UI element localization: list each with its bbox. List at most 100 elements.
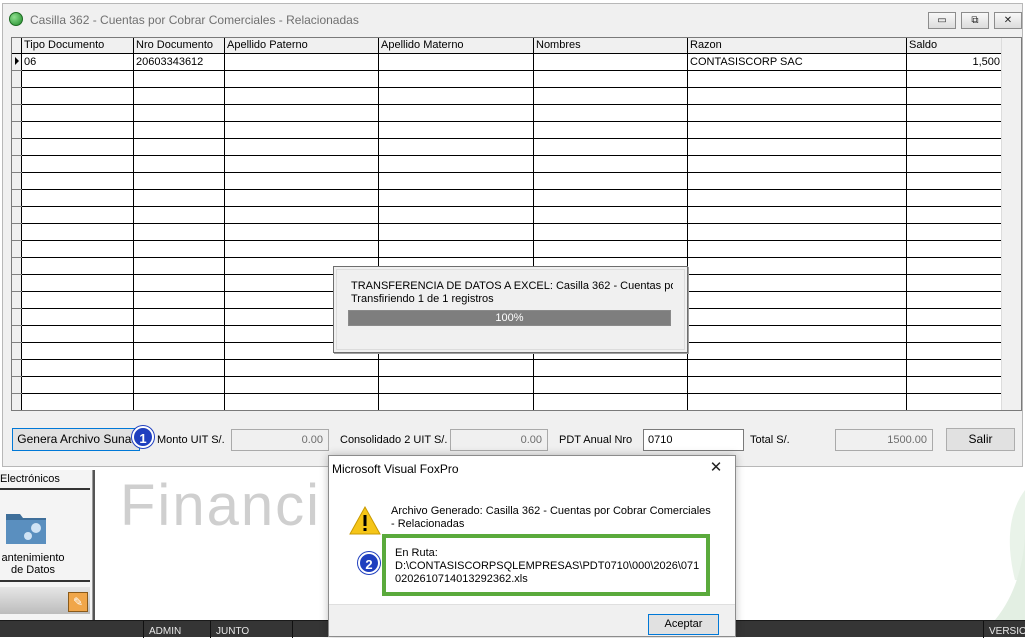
grid-cell[interactable] bbox=[21, 274, 134, 292]
grid-cell[interactable] bbox=[906, 308, 1003, 326]
grid-cell[interactable] bbox=[21, 70, 134, 88]
grid-cell[interactable] bbox=[906, 70, 1003, 88]
grid-cell[interactable] bbox=[224, 376, 379, 394]
table-row[interactable] bbox=[12, 359, 1003, 377]
grid-cell[interactable] bbox=[21, 87, 134, 105]
grid-cell[interactable] bbox=[378, 104, 534, 122]
dialog-close-icon[interactable]: ✕ bbox=[707, 459, 725, 477]
close-button[interactable]: ✕ bbox=[994, 12, 1022, 29]
column-header[interactable]: Tipo Documento bbox=[21, 38, 134, 54]
grid-cell[interactable] bbox=[906, 206, 1003, 224]
table-row[interactable] bbox=[12, 70, 1003, 88]
monto-uit-field[interactable]: 0.00 bbox=[231, 429, 329, 451]
grid-cell[interactable] bbox=[133, 257, 225, 275]
grid-cell[interactable] bbox=[133, 308, 225, 326]
grid-cell[interactable] bbox=[687, 172, 907, 190]
row-selector[interactable] bbox=[12, 308, 22, 326]
row-selector[interactable] bbox=[12, 223, 22, 241]
row-selector[interactable] bbox=[12, 70, 22, 88]
grid-cell[interactable] bbox=[906, 223, 1003, 241]
grid-cell[interactable] bbox=[687, 87, 907, 105]
row-selector[interactable] bbox=[12, 87, 22, 105]
row-selector[interactable] bbox=[12, 189, 22, 207]
grid-cell[interactable] bbox=[378, 87, 534, 105]
row-selector[interactable] bbox=[12, 155, 22, 173]
dialog-title-bar[interactable]: Microsoft Visual FoxPro ✕ bbox=[329, 456, 735, 481]
row-selector[interactable] bbox=[12, 376, 22, 394]
row-selector[interactable] bbox=[12, 104, 22, 122]
grid-cell[interactable] bbox=[378, 70, 534, 88]
grid-cell[interactable] bbox=[378, 240, 534, 258]
grid-cell[interactable] bbox=[21, 393, 134, 410]
grid-cell[interactable] bbox=[378, 155, 534, 173]
grid-cell[interactable] bbox=[687, 70, 907, 88]
grid-cell[interactable] bbox=[533, 223, 688, 241]
grid-cell[interactable] bbox=[906, 155, 1003, 173]
grid-cell[interactable] bbox=[906, 172, 1003, 190]
grid-cell[interactable] bbox=[687, 308, 907, 326]
grid-cell[interactable] bbox=[906, 376, 1003, 394]
table-row[interactable] bbox=[12, 189, 1003, 207]
grid-cell[interactable] bbox=[133, 291, 225, 309]
grid-cell[interactable] bbox=[21, 104, 134, 122]
grid-cell[interactable] bbox=[224, 121, 379, 139]
grid-cell[interactable] bbox=[21, 223, 134, 241]
grid-cell[interactable] bbox=[687, 393, 907, 410]
row-selector[interactable] bbox=[12, 359, 22, 377]
grid-cell[interactable] bbox=[224, 223, 379, 241]
column-header[interactable]: Nombres bbox=[533, 38, 688, 54]
grid-cell[interactable] bbox=[906, 342, 1003, 360]
grid-cell[interactable] bbox=[133, 104, 225, 122]
grid-cell[interactable] bbox=[533, 104, 688, 122]
grid-cell[interactable] bbox=[533, 172, 688, 190]
grid-cell[interactable] bbox=[687, 155, 907, 173]
grid-cell[interactable] bbox=[378, 376, 534, 394]
grid-cell[interactable] bbox=[378, 138, 534, 156]
grid-cell[interactable] bbox=[133, 223, 225, 241]
grid-cell[interactable] bbox=[533, 240, 688, 258]
grid-cell[interactable] bbox=[133, 393, 225, 410]
row-selector[interactable] bbox=[12, 325, 22, 343]
table-row[interactable] bbox=[12, 376, 1003, 394]
grid-cell[interactable] bbox=[533, 359, 688, 377]
cell-saldo[interactable]: 1,500 bbox=[906, 53, 1003, 71]
grid-cell[interactable] bbox=[21, 240, 134, 258]
folder-gear-icon[interactable] bbox=[4, 506, 48, 546]
grid-cell[interactable] bbox=[906, 291, 1003, 309]
grid-cell[interactable] bbox=[687, 223, 907, 241]
grid-cell[interactable] bbox=[533, 70, 688, 88]
row-selector[interactable] bbox=[12, 240, 22, 258]
cell-razon[interactable]: CONTASISCORP SAC bbox=[687, 53, 907, 71]
genera-archivo-sunat-button[interactable]: Genera Archivo Sunat bbox=[12, 428, 140, 451]
grid-cell[interactable] bbox=[906, 393, 1003, 410]
grid-cell[interactable] bbox=[21, 325, 134, 343]
grid-cell[interactable] bbox=[133, 325, 225, 343]
grid-cell[interactable] bbox=[906, 189, 1003, 207]
grid-cell[interactable] bbox=[906, 87, 1003, 105]
grid-cell[interactable] bbox=[906, 359, 1003, 377]
row-selector[interactable] bbox=[12, 257, 22, 275]
grid-cell[interactable] bbox=[21, 155, 134, 173]
grid-cell[interactable] bbox=[687, 189, 907, 207]
row-selector[interactable] bbox=[12, 206, 22, 224]
grid-cell[interactable] bbox=[133, 359, 225, 377]
grid-cell[interactable] bbox=[133, 70, 225, 88]
grid-cell[interactable] bbox=[133, 172, 225, 190]
grid-cell[interactable] bbox=[378, 393, 534, 410]
row-selector[interactable] bbox=[12, 274, 22, 292]
grid-cell[interactable] bbox=[21, 291, 134, 309]
aceptar-button[interactable]: Aceptar bbox=[648, 614, 719, 635]
table-row[interactable] bbox=[12, 240, 1003, 258]
grid-cell[interactable] bbox=[224, 104, 379, 122]
grid-cell[interactable] bbox=[687, 138, 907, 156]
grid-cell[interactable] bbox=[906, 240, 1003, 258]
row-selector[interactable] bbox=[12, 342, 22, 360]
row-selector[interactable] bbox=[12, 172, 22, 190]
grid-cell[interactable] bbox=[687, 376, 907, 394]
grid-scrollbar[interactable] bbox=[1001, 38, 1021, 410]
grid-cell[interactable] bbox=[21, 138, 134, 156]
grid-cell[interactable] bbox=[21, 172, 134, 190]
grid-cell[interactable] bbox=[687, 206, 907, 224]
pdt-anual-input[interactable]: 0710 bbox=[643, 429, 744, 451]
row-selector[interactable] bbox=[12, 291, 22, 309]
